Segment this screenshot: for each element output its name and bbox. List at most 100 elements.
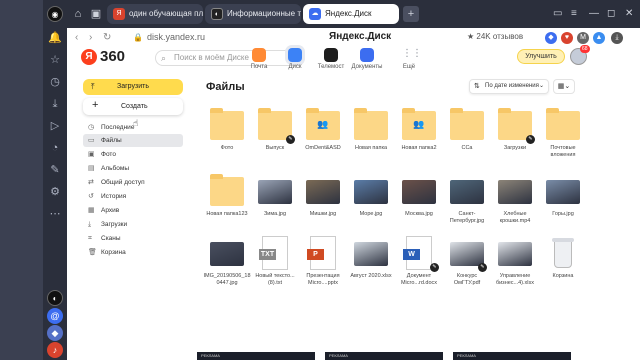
file-item[interactable]: 👥 Новая папка2 — [395, 108, 443, 152]
music-shortcut-icon[interactable]: ♪ — [47, 342, 63, 358]
file-item[interactable]: ✎ Загрузки — [491, 108, 539, 152]
file-item[interactable]: Август 2020.xlsx — [347, 236, 395, 280]
view-toggle[interactable]: ▦⌄ — [553, 79, 575, 94]
sidebar-item-albums[interactable]: ▤ Альбомы — [83, 162, 183, 175]
bookmarks-icon[interactable]: ☆ — [47, 52, 63, 68]
sidebar-item-trash[interactable]: 🗑 Корзина — [83, 246, 183, 259]
play-icon[interactable]: ▷ — [47, 118, 63, 134]
file-item[interactable]: Санкт-Петербург.jpg — [443, 174, 491, 225]
avatar[interactable]: 68 — [570, 45, 590, 65]
file-item[interactable]: P Презентация Micro....pptx — [299, 236, 347, 287]
tab-0[interactable]: Я один обучающая платф — [107, 4, 203, 24]
pencil-icon[interactable]: ✎ — [286, 135, 295, 144]
file-item[interactable]: 👥 OmDent&ASD — [299, 108, 347, 152]
ad-banner[interactable]: РЕКЛАМА — [453, 352, 571, 360]
tabs-menu-icon[interactable]: ▭ — [553, 6, 562, 22]
file-name: Хлебные крошки.mp4 — [499, 211, 531, 224]
ad-banner[interactable]: РЕКЛАМА — [325, 352, 443, 360]
history-icon[interactable]: ◷ — [47, 74, 63, 90]
clock-icon[interactable]: ◔ — [47, 140, 63, 156]
tab-1[interactable]: ◐ Информационные техн — [205, 4, 301, 24]
maximize-icon[interactable]: ◻ — [607, 6, 615, 22]
file-item[interactable]: IMG_20190506_180447.jpg — [203, 236, 251, 287]
bookmark-star-icon[interactable]: ♥ — [561, 32, 573, 44]
plus-icon: + — [92, 99, 99, 111]
home-icon[interactable]: ⌂ — [70, 6, 86, 22]
mail-icon — [252, 48, 266, 62]
mail-shortcut-icon[interactable]: @ — [47, 308, 63, 324]
extension-a-icon[interactable]: ▲ — [593, 32, 605, 44]
minimize-icon[interactable]: — — [589, 6, 599, 22]
file-item[interactable]: Мишки.jpg — [299, 174, 347, 218]
file-item[interactable]: Хлебные крошки.mp4 — [491, 174, 539, 225]
sidebar-item-shared[interactable]: ⇄ Общий доступ — [83, 176, 183, 189]
pencil-icon[interactable]: ✎ — [478, 263, 487, 272]
document-icon: TXT — [259, 236, 288, 270]
settings-icon[interactable]: ⚙ — [47, 184, 63, 200]
people-icon: 👥 — [317, 119, 329, 129]
upload-button[interactable]: ⤒ Загрузить — [83, 79, 183, 95]
file-item[interactable]: ✎ Конкурс ОмГТУ.pdf — [443, 236, 491, 287]
pencil-icon[interactable]: ✎ — [430, 263, 439, 272]
pencil-icon[interactable]: ✎ — [526, 135, 535, 144]
file-name: Выпуск — [265, 145, 285, 151]
tab-bookmark-icon[interactable]: ▣ — [88, 6, 104, 22]
file-item[interactable]: Новая папка — [347, 108, 395, 152]
file-item[interactable]: W ✎ Документ Micro...rd.docx — [395, 236, 443, 287]
close-window-icon[interactable]: ✕ — [625, 6, 633, 22]
service-documents[interactable]: Документы — [351, 48, 383, 70]
download-icon[interactable]: ⤓ — [611, 32, 623, 44]
apps-icon[interactable]: ⋯ — [47, 206, 63, 222]
sidebar-item-recent[interactable]: ◷ Последние — [83, 121, 183, 134]
sidebar-item-files[interactable]: ▭ Файлы — [83, 134, 183, 147]
chevron-down-icon: ⌄ — [538, 83, 544, 89]
trash-icon: 🗑 — [88, 249, 97, 256]
notifications-icon[interactable]: 🔔 — [47, 30, 63, 46]
messenger-shortcut-icon[interactable]: ◆ — [47, 325, 63, 341]
service-disk[interactable]: Диск — [279, 48, 311, 70]
upgrade-button[interactable]: Улучшить — [517, 49, 565, 64]
file-item[interactable]: TXT Новый тексто...(8).txt — [251, 236, 299, 287]
file-item[interactable]: Новая папка123 — [203, 174, 251, 218]
url-field[interactable]: disk.yandex.ru — [147, 32, 205, 42]
sidebar-item-photo[interactable]: ▣ Фото — [83, 148, 183, 161]
profile-icon[interactable]: ◉ — [47, 6, 63, 22]
yandex-logo[interactable]: Я — [81, 49, 97, 65]
back-icon[interactable]: ‹ — [75, 30, 78, 46]
new-tab-icon[interactable]: + — [403, 6, 419, 22]
reviews-badge[interactable]: ★ 24K отзывов — [467, 32, 523, 41]
sort-dropdown[interactable]: ⇅ По дате изменения ⌄ — [469, 79, 549, 94]
app-shortcut-icon[interactable]: ◐ — [47, 290, 63, 306]
file-item[interactable]: Управление бизнес...4).xlsx — [491, 236, 539, 287]
extension-icon[interactable]: ◆ — [545, 32, 557, 44]
browser-window: ◉ 🔔 ☆ ◷ ⤓ ▷ ◔ ✎ ⚙ ⋯ ◐ @ ◆ ♪ ⌂ ▣ Я один о… — [0, 0, 640, 360]
notes-icon[interactable]: ✎ — [47, 162, 63, 178]
file-item[interactable]: Зима.jpg — [251, 174, 299, 218]
menu-icon[interactable]: ≡ — [571, 6, 577, 22]
service-telemost[interactable]: Телемост — [315, 48, 347, 70]
reload-icon[interactable]: ↻ — [103, 30, 111, 46]
file-item[interactable]: Горы.jpg — [539, 174, 587, 218]
logo-360[interactable]: 360 — [100, 48, 125, 66]
ad-banner[interactable]: РЕКЛАМА — [197, 352, 315, 360]
sidebar-item-history[interactable]: ↺ История — [83, 190, 183, 203]
extension-m-icon[interactable]: M — [577, 32, 589, 44]
folder-icon — [210, 174, 244, 206]
forward-icon[interactable]: › — [89, 30, 92, 46]
create-button[interactable]: + Создать — [83, 98, 183, 115]
file-item[interactable]: CCa — [443, 108, 491, 152]
file-item[interactable]: Почтовые вложения — [539, 108, 587, 159]
tab-2[interactable]: ☁ Яндекс.Диск — [303, 4, 399, 24]
file-item[interactable]: Москва.jpg — [395, 174, 443, 218]
file-item[interactable]: ✎ Выпуск — [251, 108, 299, 152]
sidebar-item-scans[interactable]: ⌗ Сканы — [83, 232, 183, 245]
service-mail[interactable]: Почта — [243, 48, 275, 70]
sidebar-item-downloads[interactable]: ⤓ Загрузки — [83, 218, 183, 231]
file-item[interactable]: Фото — [203, 108, 251, 152]
downloads-icon[interactable]: ⤓ — [47, 96, 63, 112]
file-item[interactable]: Море.jpg — [347, 174, 395, 218]
sidebar-item-archive[interactable]: ▦ Архив — [83, 204, 183, 217]
sidebar-item-label: История — [101, 193, 127, 200]
file-item[interactable]: Корзина — [539, 236, 587, 280]
service-more[interactable]: ⋮⋮ Ещё — [393, 48, 425, 70]
